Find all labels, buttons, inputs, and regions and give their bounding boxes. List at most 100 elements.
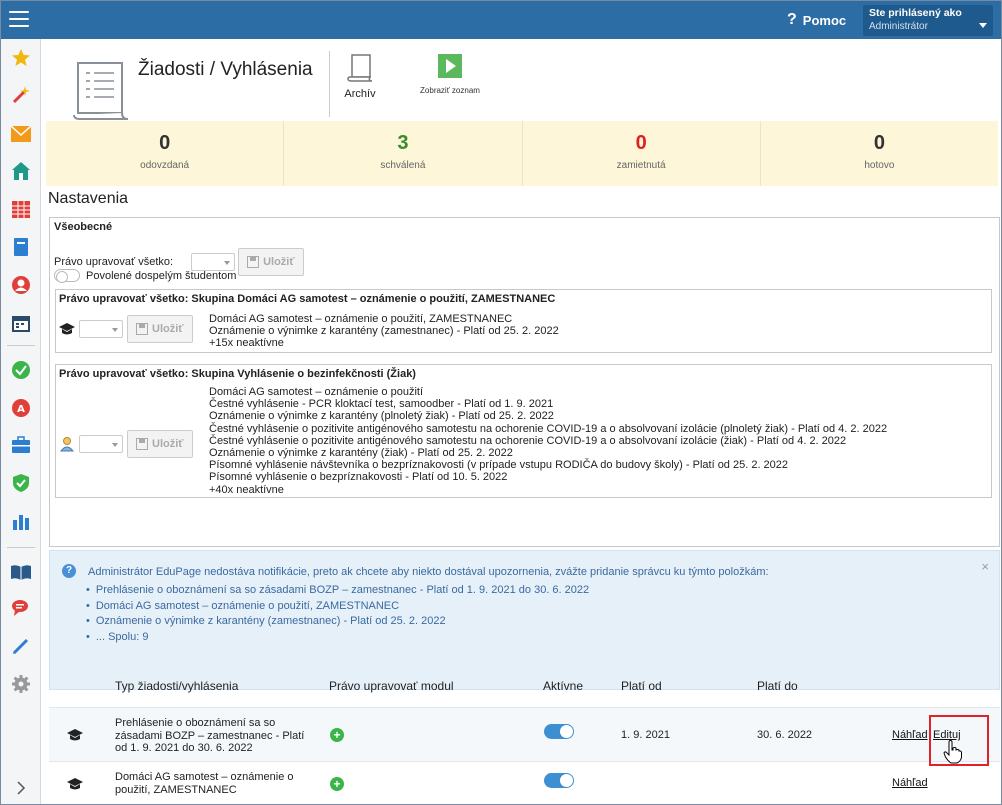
bar-chart-icon[interactable] xyxy=(10,510,32,532)
adult-students-toggle[interactable] xyxy=(54,269,80,283)
chevron-down-icon xyxy=(979,23,987,28)
graduation-cap-icon xyxy=(67,778,83,790)
table-header: Typ žiadosti/vyhlásenia Právo upravovať … xyxy=(49,669,1000,703)
check-circle-icon[interactable] xyxy=(10,359,32,381)
stat-zamietnuta[interactable]: 0 zamietnutá xyxy=(523,121,761,186)
valid-from: 1. 9. 2021 xyxy=(621,729,670,741)
stat-label: odovzdaná xyxy=(140,160,190,171)
group-item: Písomné vyhlásenie návštevníka o bezpríz… xyxy=(209,459,789,472)
row-name-line: Domáci AG samotest – oznámenie o xyxy=(115,771,294,783)
group-items: Domáci AG samotest – oznámenie o použití… xyxy=(209,386,887,496)
archive-icon xyxy=(347,54,373,82)
active-toggle[interactable] xyxy=(544,773,574,788)
shield-check-icon[interactable] xyxy=(10,472,32,494)
document-icon xyxy=(70,53,136,121)
add-icon[interactable]: + xyxy=(330,728,344,742)
status-summary: 0 odovzdaná 3 schválená 0 zamietnutá 0 h… xyxy=(46,121,998,186)
app-window: ? Pomoc Ste prihlásený ako Administrátor xyxy=(0,0,1002,805)
stat-value: 0 xyxy=(159,132,171,154)
help-button[interactable]: ? Pomoc xyxy=(787,11,846,29)
graduation-cap-icon xyxy=(59,323,75,335)
stat-value: 3 xyxy=(397,132,409,154)
col-edit-right: Právo upravovať modul xyxy=(329,679,454,693)
notice-link[interactable]: Prehlásenie o oboznámení sa so zásadami … xyxy=(96,583,589,599)
mail-icon[interactable] xyxy=(10,123,32,145)
close-icon[interactable]: × xyxy=(981,559,989,574)
group-item: +40x neaktívne xyxy=(209,483,284,496)
user-dropdown[interactable]: Ste prihlásený ako Administrátor xyxy=(863,5,993,36)
archive-label: Archív xyxy=(344,88,376,100)
person-icon[interactable] xyxy=(10,274,32,296)
row-name: Domáci AG samotest – oznámenie o použití… xyxy=(115,771,294,796)
group-student: Právo upravovať všetko: Skupina Vyhlásen… xyxy=(55,364,992,498)
col-active: Aktívne xyxy=(543,679,584,693)
group-item: Domáci AG samotest – oznámenie o použití xyxy=(209,386,423,398)
valid-to: 30. 6. 2022 xyxy=(757,729,813,741)
svg-text:A: A xyxy=(17,404,25,415)
save-label: Uložiť xyxy=(152,323,184,335)
graduation-cap-icon xyxy=(67,729,83,741)
expand-icon[interactable] xyxy=(10,777,32,799)
group-item: Čestné vyhlásenie o pozitivite antigénov… xyxy=(209,434,847,447)
stat-label: zamietnutá xyxy=(616,160,666,171)
group-item: Oznámenie o výnimke z karantény (zamestn… xyxy=(209,325,559,338)
row-name-line: zásadami BOZP – zamestnanec - Platí xyxy=(115,729,305,742)
grade-icon[interactable]: A xyxy=(10,397,32,419)
hand-cursor-icon xyxy=(943,740,962,764)
home-icon[interactable] xyxy=(10,160,32,182)
adult-students-row: Povolené dospelým študentom xyxy=(54,269,236,283)
preview-link[interactable]: Náhľad xyxy=(892,777,928,789)
calendar-icon[interactable] xyxy=(10,312,32,334)
play-icon xyxy=(438,54,462,78)
sidebar-divider xyxy=(7,345,35,346)
add-icon[interactable]: + xyxy=(330,777,344,791)
row-name-line: od 1. 9. 2021 do 30. 6. 2022 xyxy=(115,742,253,754)
group-item: Čestné vyhlásenie o pozitivite antigénov… xyxy=(209,422,888,435)
sidebar: A xyxy=(1,39,41,804)
group-controls: Uložiť xyxy=(59,430,193,458)
save-button[interactable]: Uložiť xyxy=(238,248,304,276)
notice-link[interactable]: ... Spolu: 9 xyxy=(96,630,589,646)
magic-wand-icon[interactable] xyxy=(10,83,32,105)
stat-odovzdana[interactable]: 0 odovzdaná xyxy=(46,121,285,186)
briefcase-icon[interactable] xyxy=(10,434,32,456)
settings-heading: Nastavenia xyxy=(48,190,129,207)
table-row: Prehlásenie o oboznámení sa so zásadami … xyxy=(49,707,1000,761)
group-save-button[interactable]: Uložiť xyxy=(127,430,193,458)
help-label: Pomoc xyxy=(802,12,847,28)
star-icon[interactable] xyxy=(10,47,32,69)
timetable-icon[interactable] xyxy=(10,198,32,220)
user-role: Administrátor xyxy=(869,21,928,32)
open-book-icon[interactable] xyxy=(10,561,32,583)
show-list-label: Zobraziť zoznam xyxy=(420,86,480,95)
notice-link[interactable]: Domáci AG samotest – oznámenie o použití… xyxy=(96,599,589,615)
group-item: Oznámenie o výnimke z karantény (žiak) -… xyxy=(209,447,513,460)
archive-button[interactable]: Archív xyxy=(342,53,378,100)
settings-panel: Všeobecné Právo upravovať všetko: Uložiť… xyxy=(49,217,1000,547)
book-icon[interactable] xyxy=(10,236,32,258)
group-controls: Uložiť xyxy=(59,315,193,343)
pen-icon[interactable] xyxy=(10,635,32,657)
group-save-button[interactable]: Uložiť xyxy=(127,315,193,343)
notice-link[interactable]: Oznámenie o výnimke z karantény (zamestn… xyxy=(96,614,589,630)
group-select[interactable] xyxy=(79,435,123,453)
preview-link[interactable]: Náhľad xyxy=(892,729,928,741)
col-type: Typ žiadosti/vyhlásenia xyxy=(115,679,239,693)
edit-all-label: Právo upravovať všetko: xyxy=(54,256,174,268)
stat-schvalena[interactable]: 3 schválená xyxy=(284,121,523,186)
stat-hotovo[interactable]: 0 hotovo xyxy=(761,121,998,186)
save-label: Uložiť xyxy=(263,256,295,268)
row-name: Prehlásenie o oboznámení sa so zásadami … xyxy=(115,717,304,755)
info-icon: ? xyxy=(62,564,76,578)
group-item: Písomné vyhlásenie o bezpríznakovosti - … xyxy=(209,471,508,484)
group-items: Domáci AG samotest – oznámenie o použití… xyxy=(209,313,559,350)
question-icon: ? xyxy=(787,11,797,28)
gear-icon[interactable] xyxy=(10,673,32,695)
active-toggle[interactable] xyxy=(544,724,574,739)
show-list-button[interactable]: Zobraziť zoznam xyxy=(420,53,480,95)
floppy-icon xyxy=(136,438,148,450)
group-select[interactable] xyxy=(79,320,123,338)
menu-icon[interactable] xyxy=(9,11,29,29)
col-to: Platí do xyxy=(757,679,798,693)
chat-icon[interactable] xyxy=(10,597,32,619)
